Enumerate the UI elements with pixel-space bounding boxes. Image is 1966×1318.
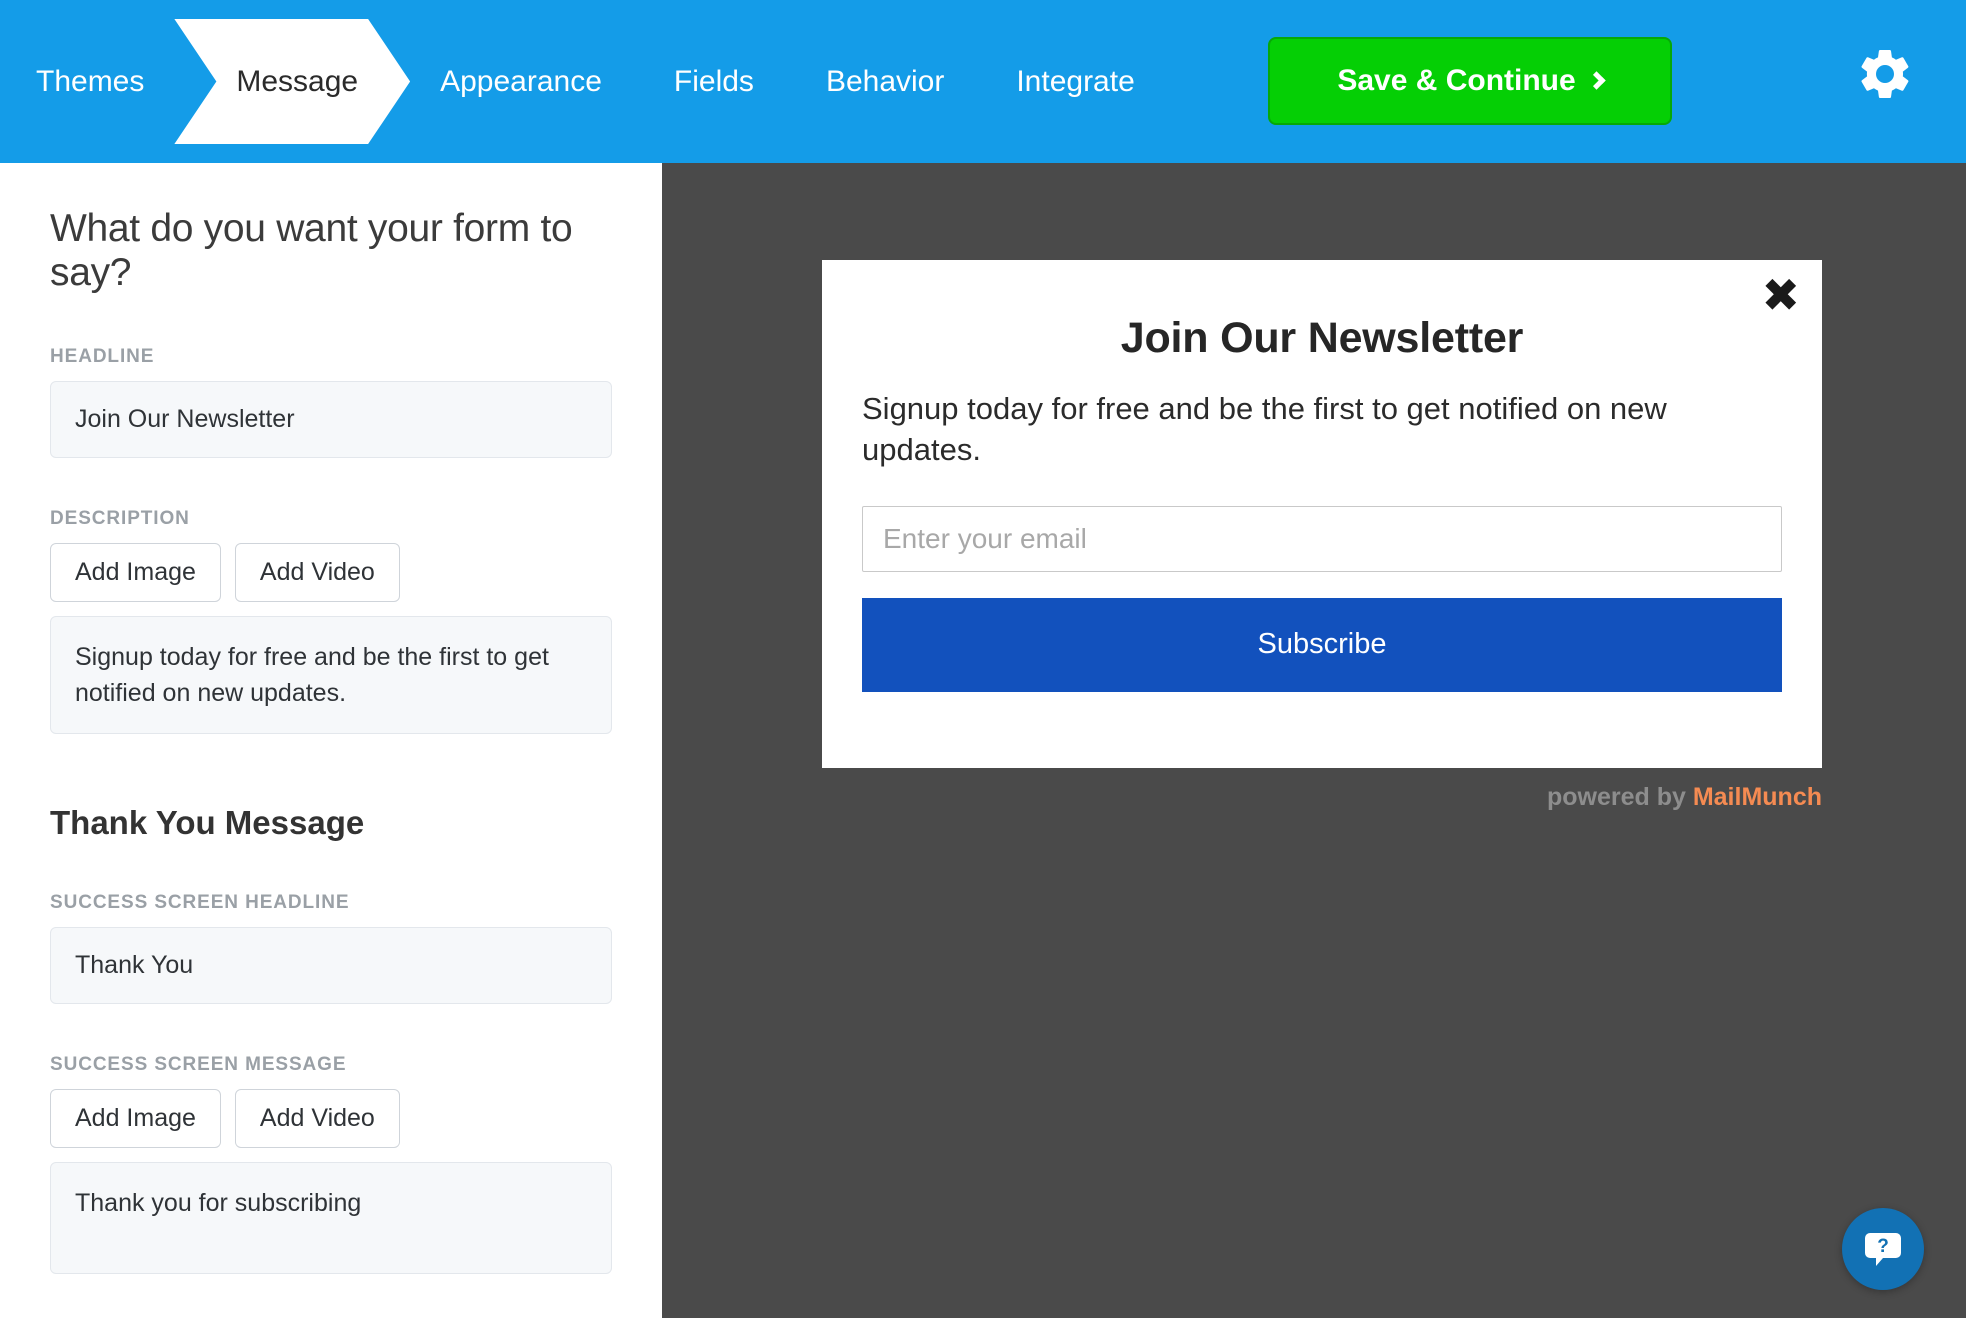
svg-text:?: ? <box>1877 1236 1889 1257</box>
nav-tab-behavior[interactable]: Behavior <box>790 0 980 163</box>
app-header: Themes Message Appearance Fields Behavio… <box>0 0 1966 163</box>
description-add-video-button[interactable]: Add Video <box>234 542 400 602</box>
wizard-nav: Themes Message Appearance Fields Behavio… <box>0 0 1171 163</box>
nav-tab-fields[interactable]: Fields <box>638 0 790 163</box>
description-label: DESCRIPTION <box>50 507 190 529</box>
description-media-buttons: Add Image Add Video <box>50 542 612 602</box>
message-editor-panel: What do you want your form to say? HEADL… <box>0 163 662 1318</box>
preview-modal: ✖ Join Our Newsletter Signup today for f… <box>822 260 1822 768</box>
settings-gear-button[interactable] <box>1855 44 1915 104</box>
form-preview-area: ✖ Join Our Newsletter Signup today for f… <box>662 163 1966 1318</box>
headline-input[interactable] <box>50 380 612 458</box>
success-message-textarea[interactable]: Thank you for subscribing <box>50 1162 612 1275</box>
nav-tab-integrate[interactable]: Integrate <box>980 0 1170 163</box>
success-add-video-button[interactable]: Add Video <box>234 1089 400 1149</box>
gear-icon <box>1861 49 1909 99</box>
success-message-label: SUCCESS SCREEN MESSAGE <box>50 1054 347 1076</box>
nav-tab-themes[interactable]: Themes <box>0 0 180 163</box>
nav-tab-message[interactable]: Message <box>174 19 410 144</box>
preview-headline: Join Our Newsletter <box>1120 314 1524 362</box>
panel-title: What do you want your form to say? <box>50 207 573 295</box>
save-button-label: Save & Continue <box>1337 64 1576 97</box>
preview-description: Signup today for free and be the first t… <box>862 391 1667 467</box>
thank-you-section-heading: Thank You Message <box>50 804 365 842</box>
description-add-image-button[interactable]: Add Image <box>50 542 221 602</box>
nav-tab-appearance[interactable]: Appearance <box>404 0 638 163</box>
mailmunch-brand: MailMunch <box>1692 783 1822 811</box>
powered-by-label: powered by MailMunch <box>822 783 1822 812</box>
close-icon[interactable]: ✖ <box>1761 272 1800 318</box>
save-and-continue-button[interactable]: Save & Continue <box>1268 37 1672 125</box>
powered-by-prefix: powered by <box>1546 783 1693 811</box>
success-headline-label: SUCCESS SCREEN HEADLINE <box>50 892 350 914</box>
success-media-buttons: Add Image Add Video <box>50 1089 612 1149</box>
success-headline-input[interactable] <box>50 927 612 1005</box>
help-chat-button[interactable]: ? <box>1842 1208 1924 1290</box>
question-chat-icon: ? <box>1865 1233 1901 1266</box>
preview-email-input[interactable] <box>862 505 1782 572</box>
success-add-image-button[interactable]: Add Image <box>50 1089 221 1149</box>
description-textarea[interactable]: Signup today for free and be the first t… <box>50 615 612 735</box>
headline-label: HEADLINE <box>50 345 155 367</box>
chevron-right-icon <box>1586 70 1606 90</box>
preview-subscribe-button[interactable]: Subscribe <box>862 597 1782 692</box>
